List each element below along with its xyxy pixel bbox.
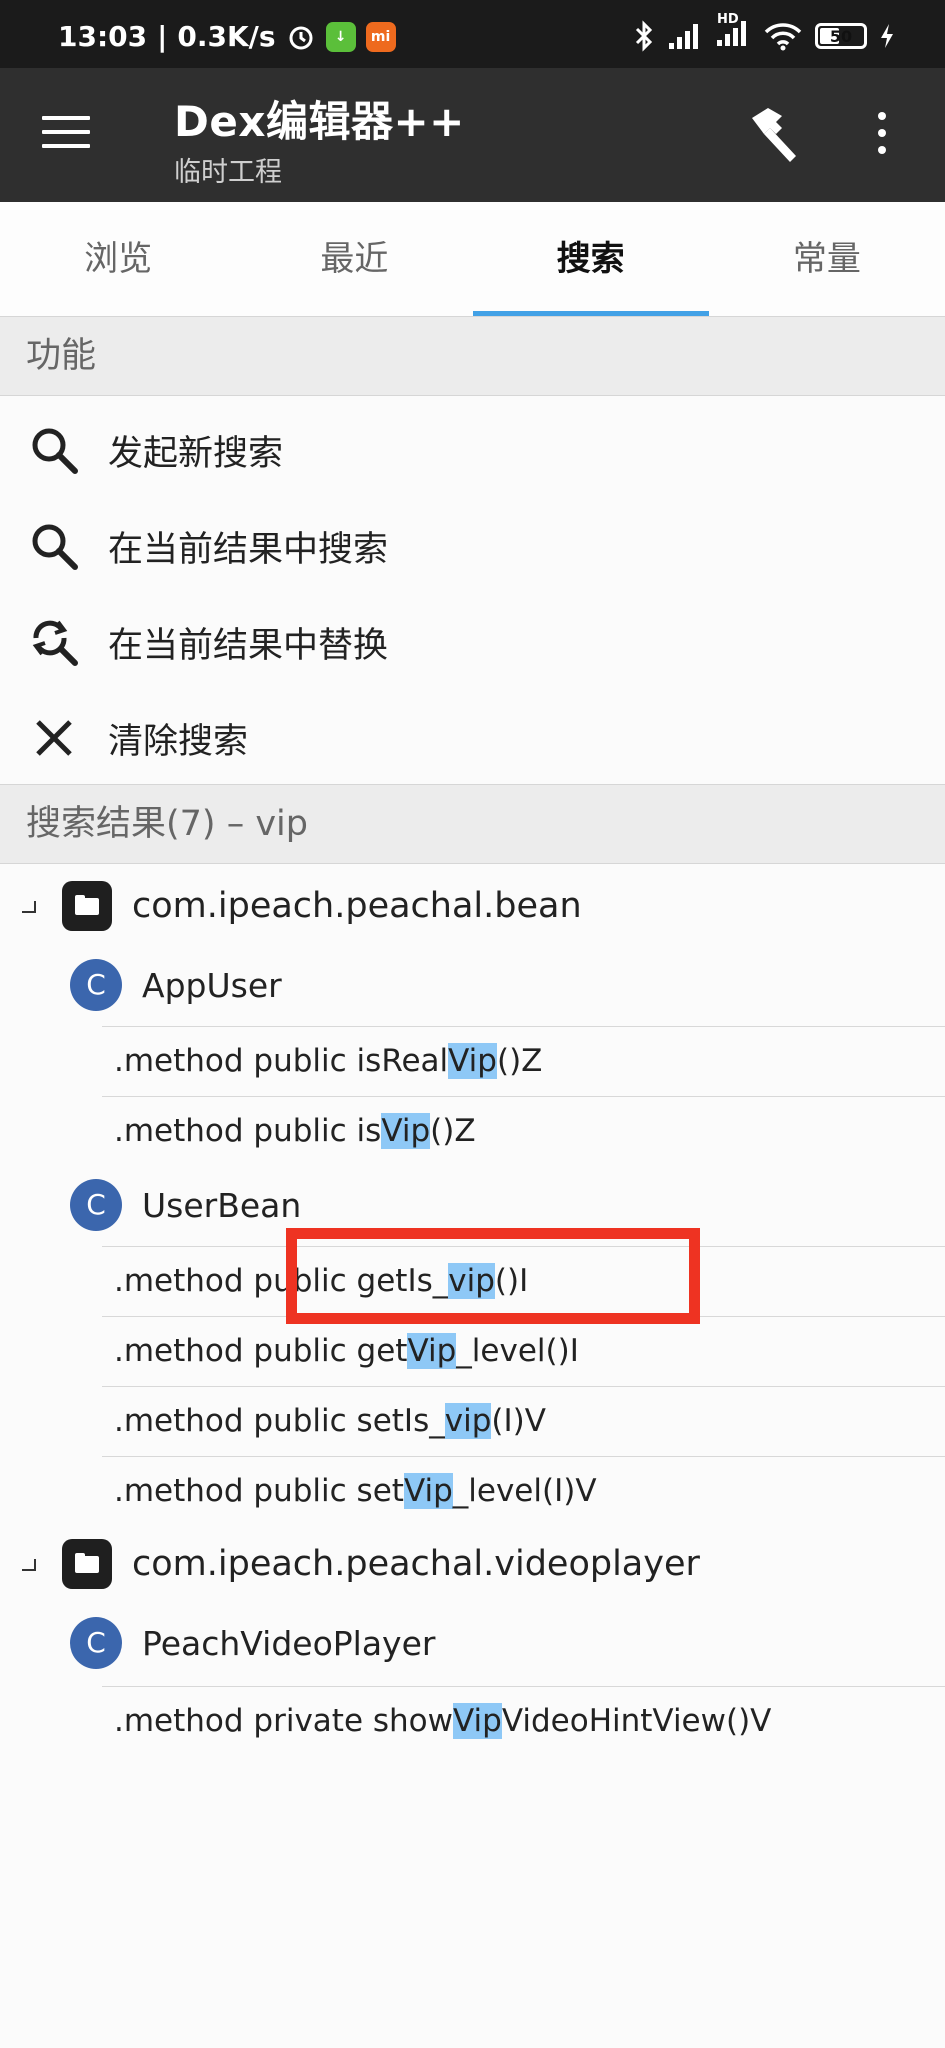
replace-in-results-button[interactable]: 在当前结果中替换 [0,594,945,690]
wifi-icon [764,22,802,50]
package-name: com.ipeach.peachal.bean [132,886,582,926]
hd-label: HD [717,12,739,27]
new-search-button[interactable]: 发起新搜索 [0,402,945,498]
results-header: 搜索结果(7) – vip [0,784,945,864]
class-name: UserBean [142,1185,302,1225]
tab-recent[interactable]: 最近 [236,202,472,316]
match-highlight: Vip [403,1473,453,1509]
method-suffix: VideoHintView()V [501,1703,772,1739]
method-suffix: (I)V [491,1403,546,1439]
method-item[interactable]: .method private showVipVideoHintView()V [102,1686,945,1754]
charging-icon [881,23,893,48]
method-suffix: ()Z [496,1043,543,1079]
match-highlight: Vip [448,1043,497,1079]
app-title: Dex编辑器++ [174,97,465,146]
folder-icon [62,881,112,931]
status-left: 13:03 | 0.3K/s ↓ mi [58,20,396,53]
clear-search-label: 清除搜索 [108,721,249,762]
class-badge-icon: C [70,1179,122,1231]
method-prefix: .method public isReal [114,1043,449,1079]
method-suffix: _level()I [456,1333,579,1369]
battery-level: 50 [829,26,853,46]
tab-search[interactable]: 搜索 [472,202,710,316]
method-prefix: .method public set [114,1473,404,1509]
method-item[interactable]: .method public isRealVip()Z [102,1026,945,1094]
signal-icon [669,23,698,49]
search-in-results-button[interactable]: 在当前结果中搜索 [0,498,945,594]
status-bar: 13:03 | 0.3K/s ↓ mi HD 50 [0,0,945,68]
method-suffix: ()Z [430,1113,476,1149]
search-icon [32,524,78,570]
class-name: AppUser [142,965,282,1005]
battery-icon: 50 [815,22,867,49]
tab-bar: 浏览 最近 搜索 常量 [0,202,945,317]
tab-browse[interactable]: 浏览 [0,202,236,316]
new-search-label: 发起新搜索 [108,433,284,474]
status-net-speed: 0.3K/s [177,20,276,53]
package-item[interactable]: com.ipeach.peachal.videoplayer [0,1524,945,1604]
class-badge-icon: C [70,959,122,1011]
package-item[interactable]: com.ipeach.peachal.bean [0,866,945,946]
signal-hd-group: HD [715,12,751,53]
method-prefix: .method public is [114,1113,382,1149]
menu-icon[interactable] [42,116,90,152]
tree-expand-icon [22,901,36,913]
match-highlight: Vip [407,1333,457,1369]
method-item[interactable]: .method public setIs_vip(I)V [102,1386,945,1454]
method-item[interactable]: .method public getVip_level()I [102,1316,945,1384]
build-hammer-icon[interactable] [744,104,800,164]
search-in-results-label: 在当前结果中搜索 [108,529,389,570]
tab-constants[interactable]: 常量 [709,202,945,316]
search-icon [32,428,78,474]
class-item[interactable]: C PeachVideoPlayer [0,1606,945,1680]
match-highlight: Vip [453,1703,502,1739]
method-prefix: .method private show [114,1703,454,1739]
download-app-icon: ↓ [325,21,356,52]
functions-header: 功能 [0,316,945,396]
app-subtitle: 临时工程 [174,157,282,188]
method-suffix: _level(I)V [452,1473,597,1509]
mi-app-icon: mi [365,21,396,52]
replace-in-results-label: 在当前结果中替换 [108,625,389,666]
package-name: com.ipeach.peachal.videoplayer [132,1544,700,1584]
bluetooth-icon [635,19,653,52]
app-bar: Dex编辑器++ 临时工程 [0,68,945,202]
overflow-menu-icon[interactable] [876,112,888,160]
alarm-icon [289,26,313,49]
class-item[interactable]: C AppUser [0,948,945,1022]
clear-search-button[interactable]: 清除搜索 [0,690,945,786]
close-icon [36,720,72,756]
class-name: PeachVideoPlayer [142,1623,436,1663]
search-replace-icon [32,620,78,666]
tree-expand-icon [22,1559,36,1571]
match-highlight: vip [444,1403,492,1439]
folder-icon [62,1539,112,1589]
method-prefix: .method public setIs_ [114,1403,445,1439]
class-badge-icon: C [70,1617,122,1669]
annotation-highlight-box [286,1228,700,1324]
method-item[interactable]: .method public isVip()Z [102,1096,945,1164]
status-right: HD 50 [633,12,895,53]
status-time: 13:03 [58,20,148,53]
method-item[interactable]: .method public setVip_level(I)V [102,1456,945,1524]
method-prefix: .method public get [114,1333,408,1369]
match-highlight: Vip [381,1113,431,1149]
